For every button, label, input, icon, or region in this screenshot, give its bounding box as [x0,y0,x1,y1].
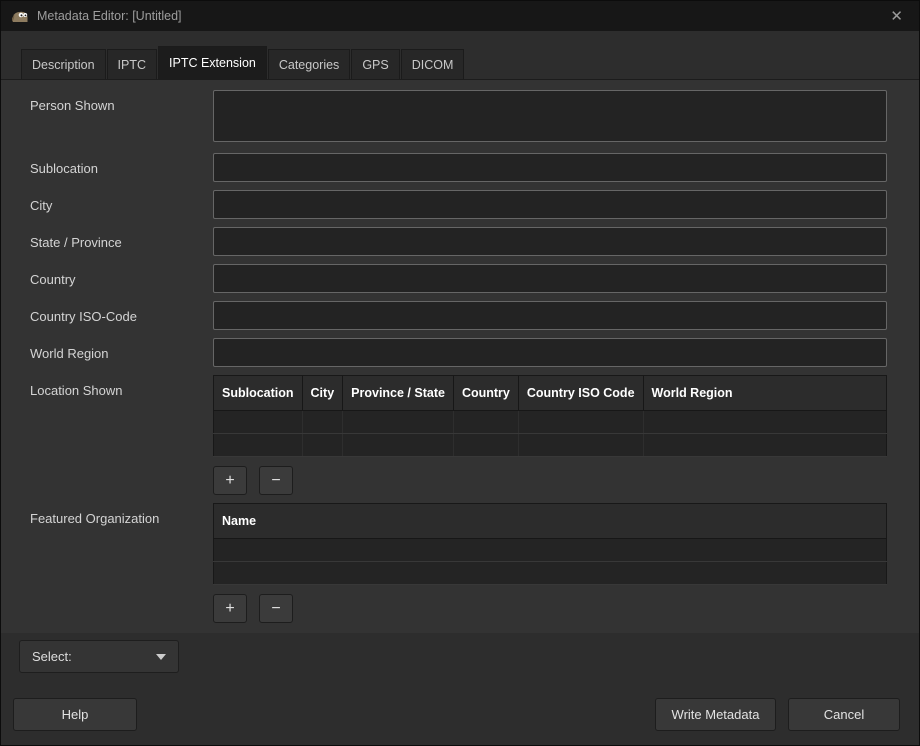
country-label: Country [30,264,213,293]
help-button[interactable]: Help [13,698,137,731]
world-region-label: World Region [30,338,213,367]
tab-iptc[interactable]: IPTC [107,49,157,79]
location-cell[interactable] [302,411,343,434]
country-iso-code-label: Country ISO-Code [30,301,213,330]
iptc-extension-panel: Person Shown Sublocation City State / Pr… [1,80,919,633]
metadata-form: Person Shown Sublocation City State / Pr… [1,80,919,623]
tab-dicom[interactable]: DICOM [401,49,465,79]
select-dropdown[interactable]: Select: [19,640,179,673]
tab-bar: Description IPTC IPTC Extension Categori… [1,31,919,80]
person-shown-label: Person Shown [30,90,213,145]
location-cell[interactable] [343,434,454,457]
select-dropdown-label: Select: [32,649,156,664]
location-cell[interactable] [518,411,643,434]
titlebar: Metadata Editor: [Untitled] ✕ [1,1,919,31]
footer-bar: Help Write Metadata Cancel [1,673,919,745]
location-cell[interactable] [214,434,303,457]
location-cell[interactable] [302,434,343,457]
write-metadata-button[interactable]: Write Metadata [655,698,776,731]
tab-iptc-extension[interactable]: IPTC Extension [158,46,267,79]
country-iso-code-input[interactable] [213,301,887,330]
country-input[interactable] [213,264,887,293]
tab-categories[interactable]: Categories [268,49,350,79]
featured-org-remove-button[interactable]: − [259,594,293,623]
featured-org-col-name[interactable]: Name [214,504,887,539]
location-col-country[interactable]: Country [453,376,518,411]
sublocation-label: Sublocation [30,153,213,182]
location-cell[interactable] [343,411,454,434]
chevron-down-icon [156,654,166,660]
location-col-province-state[interactable]: Province / State [343,376,454,411]
state-province-input[interactable] [213,227,887,256]
featured-org-table-actions: + − [213,594,887,623]
location-shown-table: Sublocation City Province / State Countr… [213,375,887,457]
location-col-city[interactable]: City [302,376,343,411]
metadata-editor-window: Metadata Editor: [Untitled] ✕ Descriptio… [0,0,920,746]
window-title: Metadata Editor: [Untitled] [37,9,886,23]
location-add-button[interactable]: + [213,466,247,495]
location-cell[interactable] [643,411,886,434]
location-cell[interactable] [214,411,303,434]
featured-org-table-row [214,562,887,585]
featured-org-add-button[interactable]: + [213,594,247,623]
cancel-button[interactable]: Cancel [788,698,900,731]
featured-org-table-row [214,539,887,562]
tab-gps[interactable]: GPS [351,49,399,79]
featured-organization-label: Featured Organization [30,503,213,623]
featured-org-cell[interactable] [214,562,887,585]
location-cell[interactable] [453,434,518,457]
select-row: Select: [1,633,919,673]
world-region-input[interactable] [213,338,887,367]
location-col-sublocation[interactable]: Sublocation [214,376,303,411]
location-col-country-iso[interactable]: Country ISO Code [518,376,643,411]
sublocation-input[interactable] [213,153,887,182]
person-shown-input[interactable] [213,90,887,142]
gimp-wilber-icon [11,9,29,23]
location-table-row [214,411,887,434]
city-input[interactable] [213,190,887,219]
tab-description[interactable]: Description [21,49,106,79]
location-col-world-region[interactable]: World Region [643,376,886,411]
location-remove-button[interactable]: − [259,466,293,495]
location-shown-label: Location Shown [30,375,213,495]
location-cell[interactable] [643,434,886,457]
featured-organization-table: Name [213,503,887,585]
metadata-notebook: Description IPTC IPTC Extension Categori… [1,31,919,633]
close-icon[interactable]: ✕ [886,7,907,26]
location-table-row [214,434,887,457]
state-province-label: State / Province [30,227,213,256]
location-cell[interactable] [453,411,518,434]
featured-org-cell[interactable] [214,539,887,562]
location-table-actions: + − [213,466,887,495]
city-label: City [30,190,213,219]
location-cell[interactable] [518,434,643,457]
